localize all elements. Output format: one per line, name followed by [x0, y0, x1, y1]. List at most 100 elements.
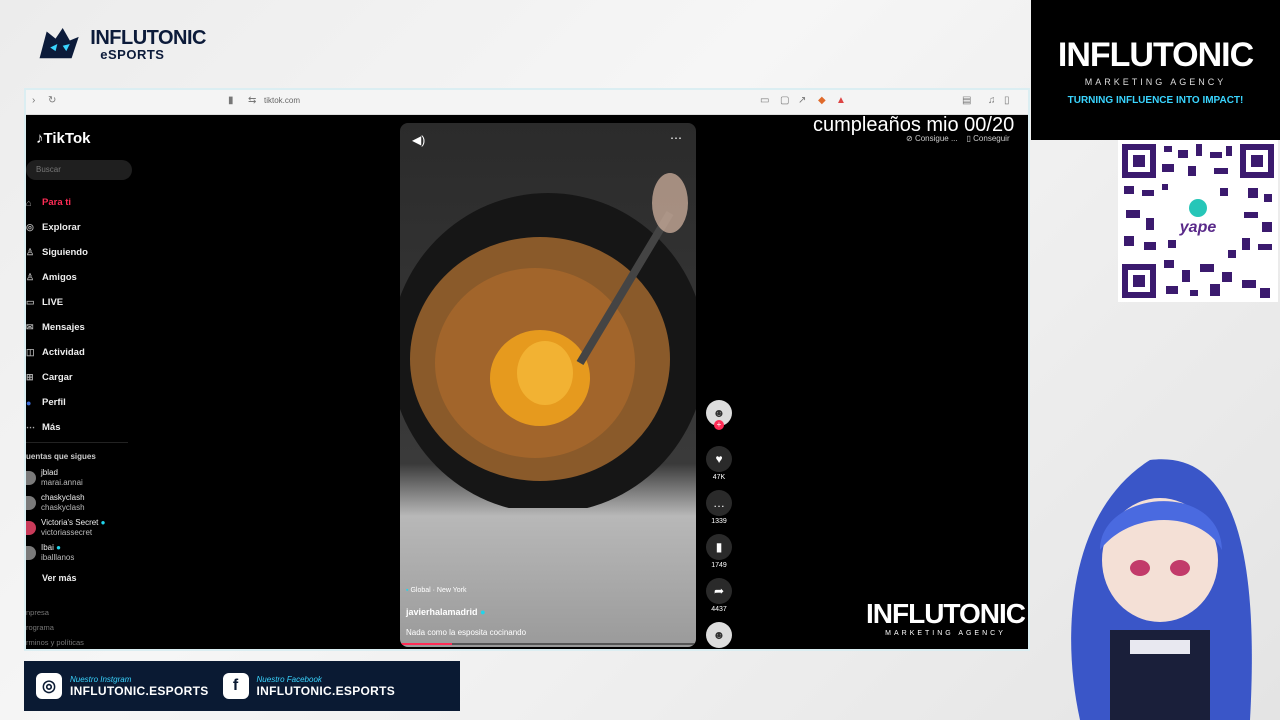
video-player[interactable]: ◀) ⋯ ▪ Global · New York javierhalamadri… [400, 123, 696, 647]
upload-icon: ⊞ [26, 372, 34, 382]
bookmark-icon[interactable]: ▮ [228, 95, 234, 106]
url-text[interactable]: tiktok.com [264, 96, 300, 105]
comment-button[interactable]: … 1339 [704, 490, 734, 525]
footer-link[interactable]: rminos y políticas [26, 638, 84, 647]
avatar [26, 471, 36, 485]
instagram-block: ◎ Nuestro Instgram INFLUTONIC.ESPORTS [36, 673, 209, 699]
sidebar-icon[interactable]: ▤ [962, 95, 971, 106]
rewards-icon[interactable]: ▲ [836, 95, 846, 106]
facebook-icon: f [222, 673, 249, 699]
cast-icon[interactable]: ▭ [760, 95, 769, 106]
more-options-icon[interactable]: ⋯ [670, 131, 682, 145]
following-account[interactable]: Victoria's Secret ● victoriassecret [26, 518, 156, 543]
panel-icon[interactable]: ▯ [1004, 95, 1010, 106]
top-right-chips: ⊘ Consigue ... ▯ Conseguir [906, 134, 1010, 143]
share-icon[interactable]: ↗ [798, 95, 806, 106]
qr-icon: yape [1122, 144, 1274, 298]
see-more-link[interactable]: Ver más [42, 573, 77, 583]
back-icon[interactable]: › [32, 95, 35, 106]
friends-icon: ♙ [26, 272, 35, 282]
video-caption: Nada como la esposita cocinando [406, 628, 527, 637]
avatar: ☻ [706, 622, 732, 648]
comment-count: 1339 [711, 518, 727, 525]
agency-tagline: TURNING INFLUENCE INTO IMPACT! [1067, 95, 1244, 106]
live-icon: ▭ [26, 297, 35, 307]
progress-track[interactable] [400, 643, 696, 645]
sidebar-item-explorar[interactable]: ◎ Explorar [26, 215, 156, 240]
sidebar-item-perfil[interactable]: ● Perfil [26, 390, 156, 415]
sidebar-nav: ⌂ Para ti ◎ Explorar ♙ Siguiendo ♙ Amigos ▭ L… [26, 190, 156, 440]
brave-shield-icon[interactable]: ◆ [818, 95, 826, 106]
avatar [26, 521, 36, 535]
sidebar-item-actividad[interactable]: ◫ Actividad [26, 340, 156, 365]
verified-icon: ● [480, 607, 486, 617]
share-icon: ➦ [706, 578, 732, 604]
agency-banner: INFLUTONIC MARKETING AGENCY TURNING INFL… [1031, 0, 1280, 140]
music-icon[interactable]: ♫ [988, 95, 996, 106]
yape-label: yape [1179, 219, 1217, 236]
following-account[interactable]: jblad marai.annai [26, 468, 156, 493]
video-location: ▪ Global · New York [406, 587, 467, 594]
search-placeholder: Buscar [36, 165, 61, 174]
video-frame [400, 173, 696, 508]
following-icon: ♙ [26, 247, 35, 257]
creator-avatar[interactable]: ☻ + [704, 400, 734, 430]
share-count: 4437 [711, 606, 727, 613]
tiktok-note-icon: ♪ [36, 130, 44, 147]
avatar [26, 546, 36, 560]
chip[interactable]: ▯ Conseguir [967, 134, 1010, 143]
more-icon: ⋯ [26, 422, 35, 432]
brand-name: INFLUTONIC [90, 26, 206, 49]
heart-icon: ♥ [706, 446, 732, 472]
overlay-logo: INFLUTONIC MARKETING AGENCY [866, 598, 1026, 637]
yape-qr-code: yape [1118, 140, 1278, 302]
activity-icon: ◫ [26, 347, 35, 357]
messages-icon: ✉ [26, 322, 34, 332]
bookmark-icon: ▮ [706, 534, 732, 560]
sidebar-item-para-ti[interactable]: ⌂ Para ti [26, 190, 156, 215]
sidebar-item-amigos[interactable]: ♙ Amigos [26, 265, 156, 290]
agency-sub: MARKETING AGENCY [1084, 77, 1227, 87]
follow-plus-icon[interactable]: + [714, 420, 724, 430]
sidebar-item-mas[interactable]: ⋯ Más [26, 415, 156, 440]
following-account[interactable]: Ibai ● iballlanos [26, 543, 156, 568]
save-count: 1749 [711, 562, 727, 569]
instagram-icon: ◎ [36, 673, 62, 699]
comment-icon: … [706, 490, 732, 516]
search-input[interactable]: Buscar [26, 160, 132, 180]
verified-icon: ● [56, 543, 61, 552]
agency-name: INFLUTONIC [1057, 36, 1254, 74]
sidebar-item-siguiendo[interactable]: ♙ Siguiendo [26, 240, 156, 265]
video-author[interactable]: javierhalamadrid ● [406, 607, 486, 617]
browser-window: › ↻ ▮ ⇆ tiktok.com ▭ ▢ ↗ ◆ ▲ ▤ ♫ ▯ ♪TikT… [24, 88, 1030, 651]
progress-fill [400, 643, 452, 645]
address-bar: › ↻ ▮ ⇆ tiktok.com ▭ ▢ ↗ ◆ ▲ ▤ ♫ ▯ [26, 90, 1028, 115]
reload-icon[interactable]: ↻ [48, 95, 56, 106]
like-button[interactable]: ♥ 47K [704, 446, 734, 481]
screenshot-icon[interactable]: ▢ [780, 95, 789, 106]
like-count: 47K [712, 474, 726, 481]
home-icon: ⌂ [26, 197, 32, 208]
influtonic-esports-logo: INFLUTONIC eSPORTS [36, 20, 206, 68]
sound-avatar[interactable]: ☻ [704, 622, 734, 648]
avatar [26, 496, 36, 510]
tiktok-logo[interactable]: ♪TikTok [36, 130, 90, 147]
chip[interactable]: ⊘ Consigue ... [906, 134, 958, 143]
brand-sub: eSPORTS [100, 46, 165, 62]
sidebar-item-mensajes[interactable]: ✉ Mensajes [26, 315, 156, 340]
following-account[interactable]: chaskyclash chaskyclash [26, 493, 156, 518]
footer-link[interactable]: rograma [26, 623, 54, 632]
sidebar-item-live[interactable]: ▭ LIVE [26, 290, 156, 315]
profile-icon: ● [26, 397, 32, 408]
footer-link[interactable]: npresa [26, 608, 49, 617]
verified-icon: ● [100, 518, 106, 527]
volume-icon[interactable]: ◀) [412, 133, 425, 147]
sidebar-item-cargar[interactable]: ⊞ Cargar [26, 365, 156, 390]
save-button[interactable]: ▮ 1749 [704, 534, 734, 569]
facebook-block: f Nuestro Facebook INFLUTONIC.ESPORTS [222, 673, 396, 699]
vtuber-avatar [1071, 459, 1252, 720]
wolf-logo-icon [39, 27, 79, 59]
site-settings-icon[interactable]: ⇆ [248, 95, 256, 106]
share-button[interactable]: ➦ 4437 [704, 578, 734, 613]
social-banner: ◎ Nuestro Instgram INFLUTONIC.ESPORTS f … [24, 661, 460, 711]
